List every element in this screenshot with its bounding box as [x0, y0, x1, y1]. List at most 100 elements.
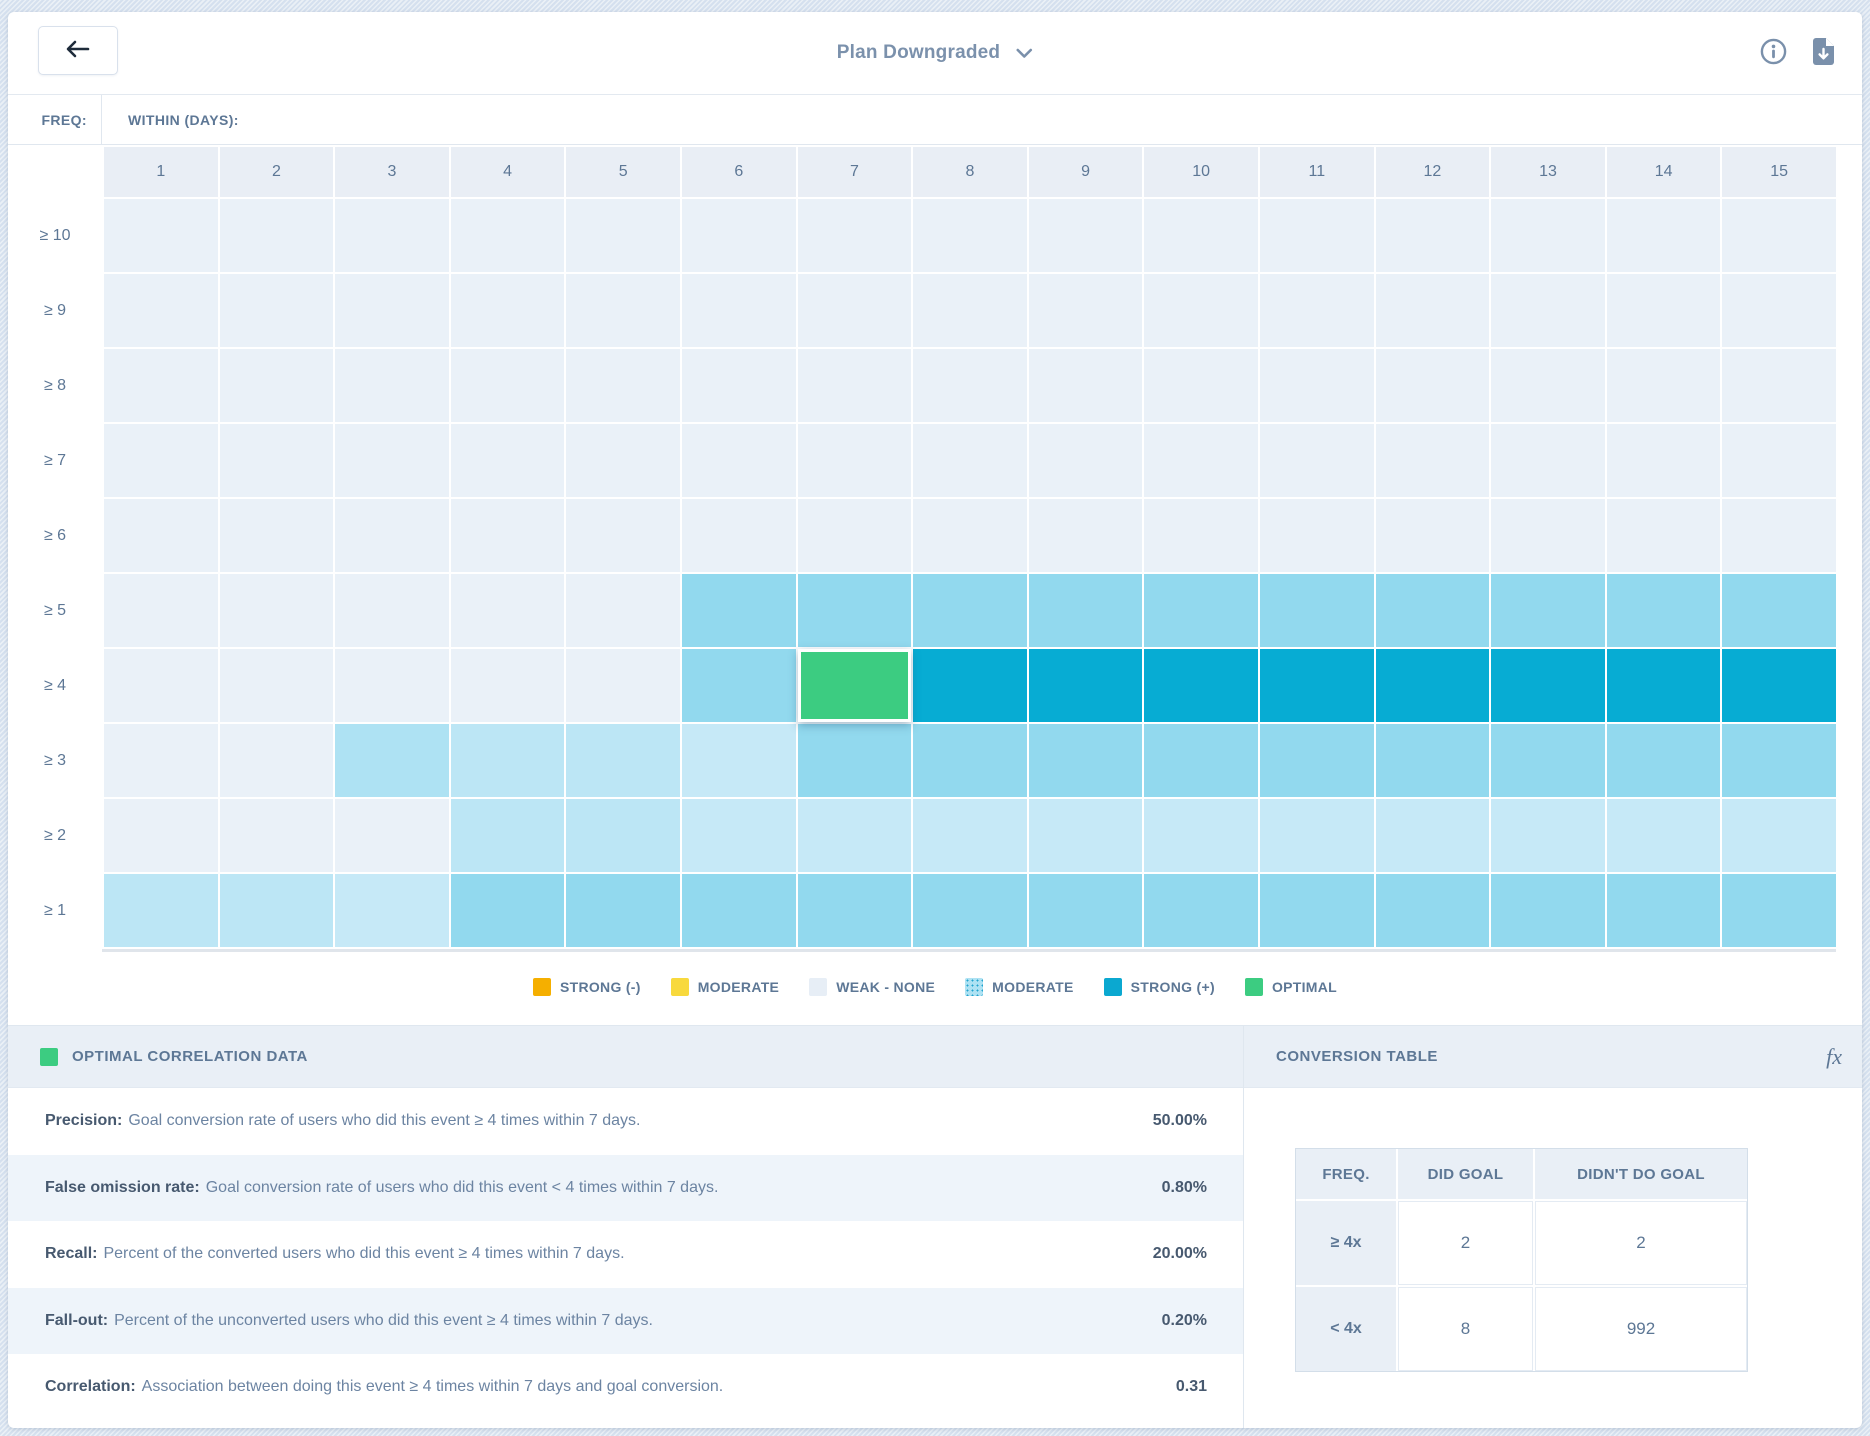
heatmap-cell[interactable]	[220, 724, 334, 797]
heatmap-cell[interactable]	[1029, 649, 1143, 722]
heatmap-cell[interactable]	[566, 424, 680, 497]
heatmap-cell[interactable]	[451, 574, 565, 647]
heatmap-cell[interactable]	[682, 499, 796, 572]
heatmap-cell[interactable]	[335, 274, 449, 347]
heatmap-cell[interactable]	[1029, 424, 1143, 497]
heatmap-cell[interactable]	[451, 649, 565, 722]
heatmap-cell[interactable]	[913, 799, 1027, 872]
heatmap-cell[interactable]	[1029, 724, 1143, 797]
heatmap-cell[interactable]	[1607, 724, 1721, 797]
download-button[interactable]	[1811, 37, 1836, 69]
heatmap-cell[interactable]	[1144, 799, 1258, 872]
heatmap-cell[interactable]	[1607, 199, 1721, 272]
heatmap-cell[interactable]	[913, 349, 1027, 422]
heatmap-cell[interactable]	[913, 724, 1027, 797]
heatmap-cell[interactable]	[104, 499, 218, 572]
event-selector[interactable]: Plan Downgraded	[837, 42, 1033, 64]
heatmap-cell[interactable]	[913, 424, 1027, 497]
heatmap-cell[interactable]	[220, 874, 334, 947]
heatmap-cell[interactable]	[1607, 424, 1721, 497]
heatmap-cell[interactable]	[1722, 574, 1836, 647]
heatmap-cell[interactable]	[798, 874, 912, 947]
heatmap-cell[interactable]	[1144, 274, 1258, 347]
heatmap-cell[interactable]	[335, 649, 449, 722]
heatmap-cell[interactable]	[566, 799, 680, 872]
heatmap-cell[interactable]	[798, 424, 912, 497]
heatmap-cell[interactable]	[1491, 199, 1605, 272]
heatmap-cell[interactable]	[913, 574, 1027, 647]
heatmap-cell[interactable]	[451, 799, 565, 872]
heatmap-cell[interactable]	[1029, 274, 1143, 347]
heatmap-cell[interactable]	[1260, 424, 1374, 497]
heatmap-cell[interactable]	[335, 499, 449, 572]
heatmap-cell[interactable]	[1376, 574, 1490, 647]
heatmap-cell[interactable]	[335, 349, 449, 422]
heatmap-cell[interactable]	[335, 199, 449, 272]
heatmap-cell[interactable]	[220, 424, 334, 497]
heatmap-cell[interactable]	[1491, 724, 1605, 797]
heatmap-cell[interactable]	[1029, 199, 1143, 272]
heatmap-cell[interactable]	[798, 499, 912, 572]
heatmap-cell[interactable]	[1722, 799, 1836, 872]
heatmap-cell[interactable]	[1722, 424, 1836, 497]
heatmap-cell[interactable]	[1144, 574, 1258, 647]
heatmap-cell[interactable]	[1722, 724, 1836, 797]
heatmap-cell[interactable]	[104, 349, 218, 422]
heatmap-cell[interactable]	[1260, 574, 1374, 647]
heatmap-cell[interactable]	[1376, 349, 1490, 422]
heatmap-cell[interactable]	[682, 349, 796, 422]
heatmap-cell[interactable]	[1144, 649, 1258, 722]
heatmap-cell[interactable]	[451, 274, 565, 347]
heatmap-cell[interactable]	[335, 424, 449, 497]
heatmap-cell[interactable]	[798, 274, 912, 347]
optimal-cell[interactable]	[798, 649, 912, 722]
heatmap-cell[interactable]	[1607, 274, 1721, 347]
heatmap-cell[interactable]	[1260, 349, 1374, 422]
heatmap-cell[interactable]	[335, 874, 449, 947]
heatmap-cell[interactable]	[798, 349, 912, 422]
heatmap-cell[interactable]	[104, 424, 218, 497]
heatmap-cell[interactable]	[566, 649, 680, 722]
heatmap-cell[interactable]	[566, 724, 680, 797]
heatmap-cell[interactable]	[913, 274, 1027, 347]
heatmap-cell[interactable]	[566, 349, 680, 422]
heatmap-cell[interactable]	[1260, 724, 1374, 797]
heatmap-cell[interactable]	[1607, 349, 1721, 422]
heatmap-cell[interactable]	[1491, 799, 1605, 872]
heatmap-cell[interactable]	[1144, 424, 1258, 497]
heatmap-cell[interactable]	[104, 199, 218, 272]
heatmap-cell[interactable]	[1260, 274, 1374, 347]
heatmap-cell[interactable]	[798, 724, 912, 797]
heatmap-cell[interactable]	[566, 874, 680, 947]
heatmap-cell[interactable]	[220, 649, 334, 722]
heatmap-cell[interactable]	[220, 349, 334, 422]
heatmap-cell[interactable]	[1144, 199, 1258, 272]
heatmap-cell[interactable]	[1376, 799, 1490, 872]
heatmap-cell[interactable]	[451, 349, 565, 422]
heatmap-cell[interactable]	[104, 274, 218, 347]
heatmap-cell[interactable]	[1722, 349, 1836, 422]
heatmap-cell[interactable]	[1260, 199, 1374, 272]
heatmap-cell[interactable]	[451, 874, 565, 947]
info-button[interactable]	[1760, 38, 1787, 68]
heatmap-cell[interactable]	[1144, 724, 1258, 797]
back-button[interactable]	[38, 26, 118, 75]
heatmap-cell[interactable]	[1607, 649, 1721, 722]
formula-fx-icon[interactable]: fx	[1826, 1044, 1842, 1070]
heatmap-cell[interactable]	[1144, 349, 1258, 422]
heatmap-cell[interactable]	[220, 574, 334, 647]
heatmap-cell[interactable]	[1607, 499, 1721, 572]
heatmap-cell[interactable]	[566, 499, 680, 572]
heatmap-cell[interactable]	[682, 649, 796, 722]
heatmap-cell[interactable]	[1491, 274, 1605, 347]
heatmap-cell[interactable]	[104, 799, 218, 872]
heatmap-cell[interactable]	[913, 199, 1027, 272]
heatmap-cell[interactable]	[220, 799, 334, 872]
heatmap-cell[interactable]	[1607, 874, 1721, 947]
heatmap-cell[interactable]	[104, 724, 218, 797]
heatmap-cell[interactable]	[1376, 874, 1490, 947]
heatmap-cell[interactable]	[104, 574, 218, 647]
heatmap-cell[interactable]	[1376, 274, 1490, 347]
heatmap-cell[interactable]	[566, 574, 680, 647]
heatmap-cell[interactable]	[451, 199, 565, 272]
